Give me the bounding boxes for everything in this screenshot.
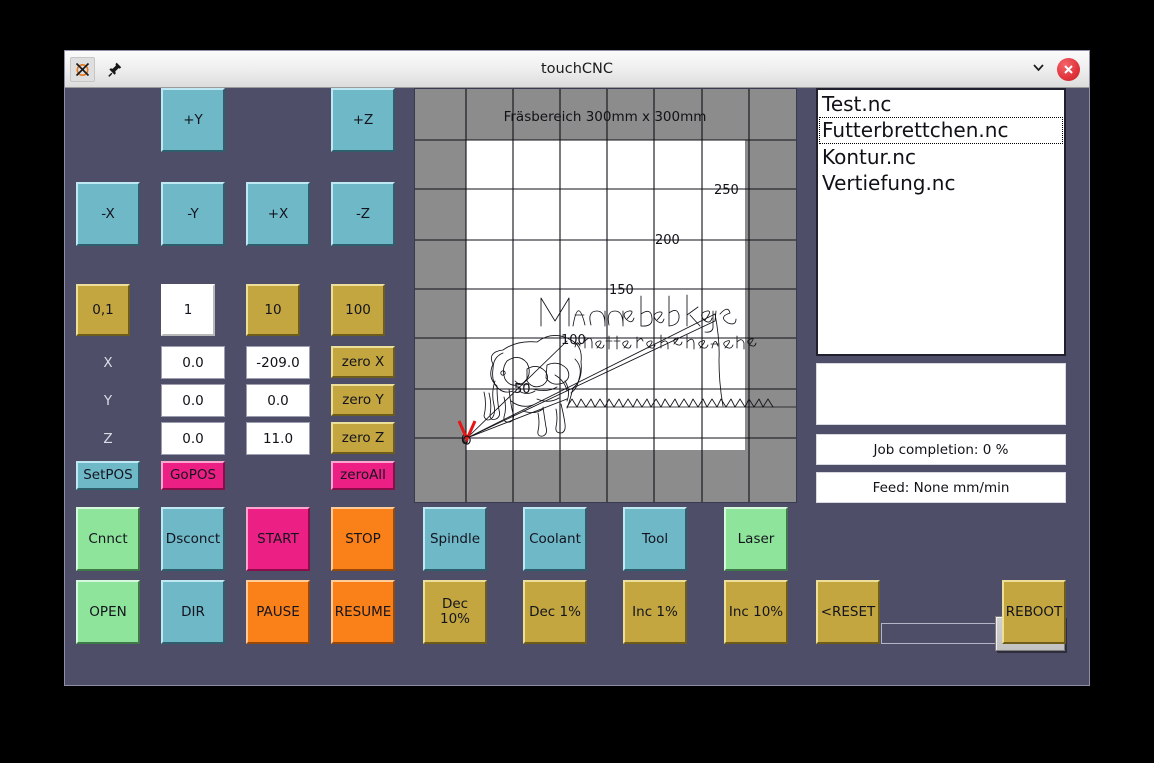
window-title: touchCNC [540,61,613,77]
decrease-10-percent-button[interactable]: Dec 10% [423,580,487,644]
jog-plus-y-button[interactable]: +Y [161,88,225,152]
pause-button[interactable]: PAUSE [246,580,310,644]
jog-minus-y-button[interactable]: -Y [161,182,225,246]
stop-button[interactable]: STOP [331,507,395,571]
step-size-0.1-button[interactable]: 0,1 [76,284,130,336]
chevron-down-icon[interactable] [1030,59,1047,80]
list-item[interactable]: Kontur.nc [819,144,1063,170]
zero-all-button[interactable]: zeroAll [331,461,395,490]
touchcnc-window: touchCNC +Y +Z -X -Y +X -Z 0,1 1 10 100 … [64,50,1090,686]
svg-text:200: 200 [655,233,680,248]
open-button[interactable]: OPEN [76,580,140,644]
increase-10-percent-button[interactable]: Inc 10% [724,580,788,644]
decrease-1-percent-button[interactable]: Dec 1% [523,580,587,644]
list-item[interactable]: Futterbrettchen.nc [819,117,1063,144]
start-button[interactable]: START [246,507,310,571]
gcode-file-list[interactable]: Test.nc Futterbrettchen.nc Kontur.nc Ver… [816,88,1066,356]
increase-1-percent-button[interactable]: Inc 1% [623,580,687,644]
close-icon[interactable] [1057,57,1080,81]
coolant-button[interactable]: Coolant [523,507,587,571]
jog-minus-x-button[interactable]: -X [76,182,140,246]
feed-rate-status: Feed: None mm/min [816,472,1066,503]
main-panel: +Y +Z -X -Y +X -Z 0,1 1 10 100 X 0.0 -20… [65,88,1089,685]
disconnect-button[interactable]: Dsconct [161,507,225,571]
axis-label-z: Z [103,430,113,447]
work-pos-x-field[interactable]: 0.0 [161,346,225,379]
step-size-10-button[interactable]: 10 [246,284,300,336]
machine-pos-x-field[interactable]: -209.0 [246,346,310,379]
step-size-100-button[interactable]: 100 [331,284,385,336]
axis-label-y: Y [103,392,113,409]
jog-plus-z-button[interactable]: +Z [331,88,395,152]
toolpath-preview-canvas[interactable]: Fräsbereich 300mm x 300mm 250 200 150 10… [414,88,797,503]
pin-icon[interactable] [102,57,127,82]
machine-pos-z-field[interactable]: 11.0 [246,422,310,455]
go-pos-button[interactable]: GoPOS [161,461,225,490]
job-completion-status: Job completion: 0 % [816,434,1066,465]
svg-text:250: 250 [714,183,739,198]
console-output [816,363,1066,425]
jog-minus-z-button[interactable]: -Z [331,182,395,246]
work-pos-z-field[interactable]: 0.0 [161,422,225,455]
step-size-1-button[interactable]: 1 [161,284,215,336]
spindle-button[interactable]: Spindle [423,507,487,571]
zero-x-button[interactable]: zero X [331,346,395,378]
title-bar-left-icons [65,56,127,82]
svg-text:Fräsbereich 300mm x 300mm: Fräsbereich 300mm x 300mm [504,109,707,125]
title-bar-right-buttons [1030,57,1089,81]
zero-z-button[interactable]: zero Z [331,422,395,454]
reboot-button[interactable]: REBOOT [1002,580,1066,644]
reset-button[interactable]: <RESET [816,580,880,644]
list-item[interactable]: Test.nc [819,91,1063,117]
list-item[interactable]: Vertiefung.nc [819,170,1063,196]
title-bar: touchCNC [65,51,1089,88]
tool-button[interactable]: Tool [623,507,687,571]
svg-text:100: 100 [561,333,586,348]
laser-button[interactable]: Laser [724,507,788,571]
axis-label-x: X [103,354,113,371]
resume-button[interactable]: RESUME [331,580,395,644]
dir-button[interactable]: DIR [161,580,225,644]
svg-text:150: 150 [609,283,634,298]
machine-pos-y-field[interactable]: 0.0 [246,384,310,417]
set-pos-button[interactable]: SetPOS [76,461,140,490]
zero-y-button[interactable]: zero Y [331,384,395,416]
work-pos-y-field[interactable]: 0.0 [161,384,225,417]
connect-button[interactable]: Cnnct [76,507,140,571]
jog-plus-x-button[interactable]: +X [246,182,310,246]
app-x-icon[interactable] [70,56,95,82]
